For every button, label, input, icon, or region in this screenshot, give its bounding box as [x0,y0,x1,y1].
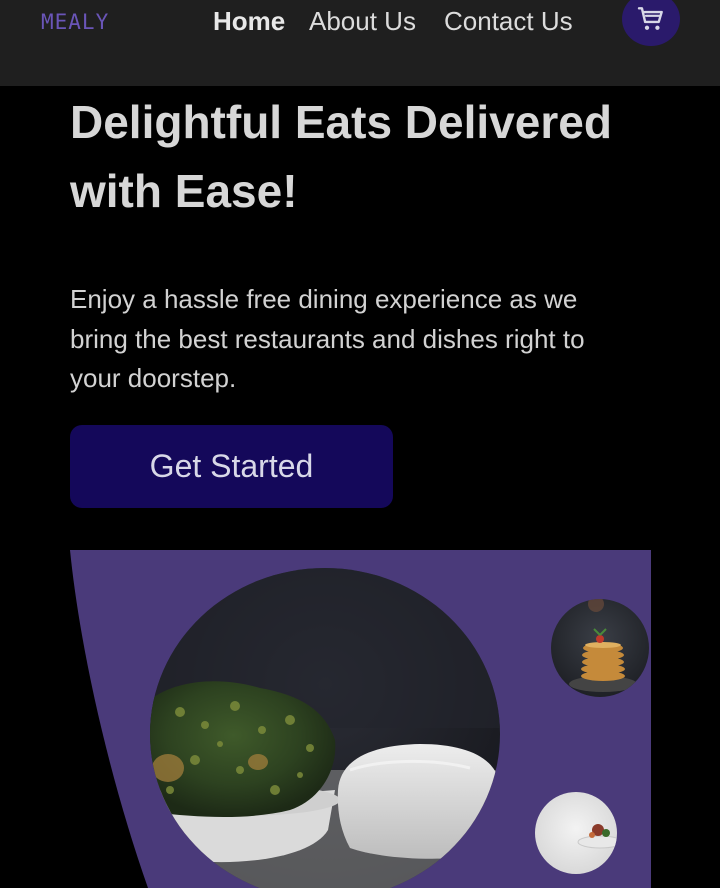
hero-title: Delightful Eats Delivered with Ease! [70,88,670,226]
navbar: MEALY Home About Us Contact Us [0,0,720,86]
hero-description-line-1: Enjoy a hassle free dining experience as… [70,284,578,314]
hero-description-line-3: your doorstep. [70,363,237,393]
hero-description: Enjoy a hassle free dining experience as… [70,280,660,399]
hero-title-line-1: Delightful Eats Delivered [70,96,612,148]
nav-link-about-us[interactable]: About Us [309,6,416,37]
get-started-button[interactable]: Get Started [70,425,393,508]
hero-title-line-2: with Ease! [70,165,298,217]
hero-description-line-2: bring the best restaurants and dishes ri… [70,323,585,354]
brand-logo[interactable]: MEALY [41,10,109,34]
nav-link-contact-us[interactable]: Contact Us [444,6,573,37]
cart-icon [637,7,663,30]
cart-button[interactable] [622,0,680,46]
nav-link-home[interactable]: Home [213,6,285,37]
